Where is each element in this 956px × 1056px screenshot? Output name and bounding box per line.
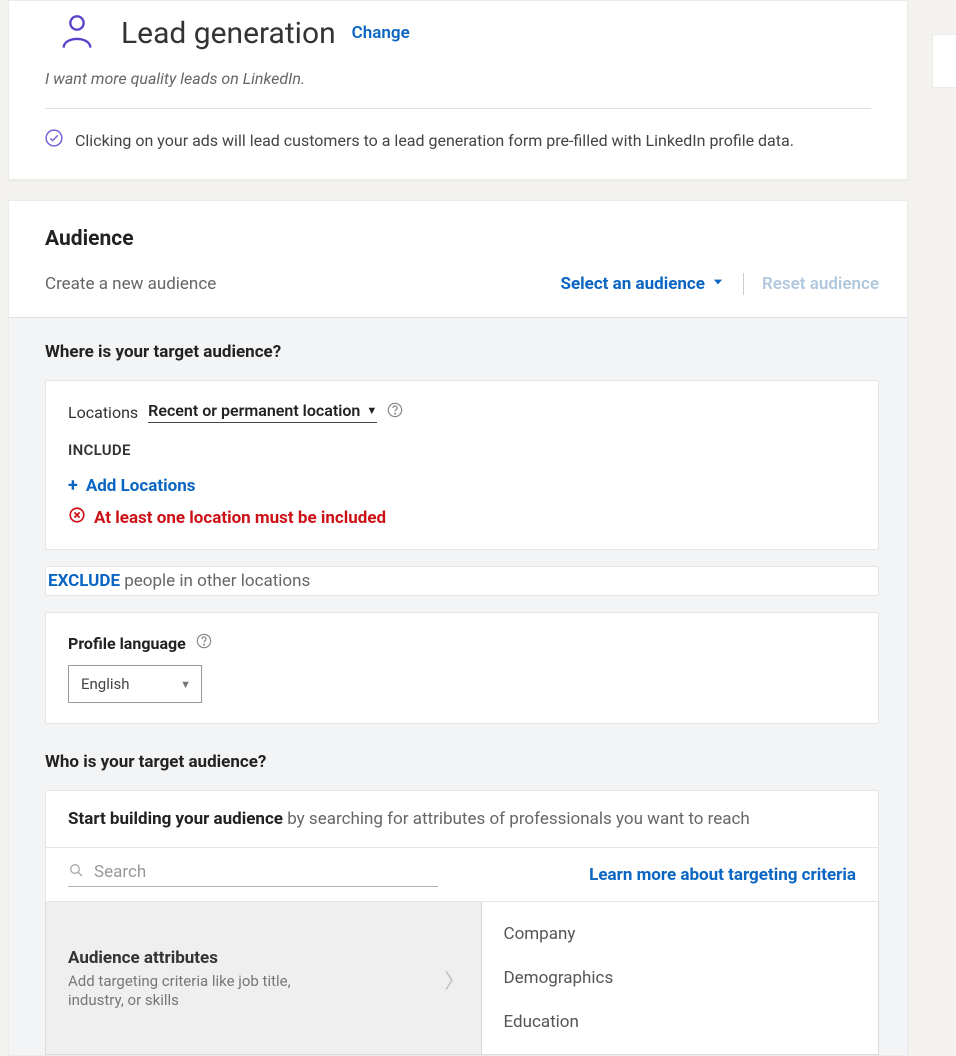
locations-panel: Locations Recent or permanent location ▼… xyxy=(45,380,879,550)
exclude-locations-button[interactable]: EXCLUDE people in other locations xyxy=(45,566,879,596)
locations-label: Locations xyxy=(68,403,138,422)
language-select[interactable]: English ▼ xyxy=(68,665,202,703)
language-value: English xyxy=(81,675,130,693)
location-error-text: At least one location must be included xyxy=(94,508,386,528)
attribute-item-company[interactable]: Company xyxy=(482,912,879,956)
help-icon[interactable] xyxy=(387,402,403,422)
x-circle-icon xyxy=(68,506,86,529)
build-bold: Start building your audience xyxy=(68,809,283,829)
search-row: Learn more about targeting criteria xyxy=(45,847,879,902)
attributes-row: Audience attributes Add targeting criter… xyxy=(45,902,879,1055)
audience-card: Audience Create a new audience Select an… xyxy=(8,200,908,1056)
build-rest: by searching for attributes of professio… xyxy=(283,809,750,829)
attribute-item-demographics[interactable]: Demographics xyxy=(482,956,879,1000)
objective-info-text: Clicking on your ads will lead customers… xyxy=(75,131,794,150)
chevron-right-icon: 〉 xyxy=(445,965,465,994)
audience-attributes-tab[interactable]: Audience attributes Add targeting criter… xyxy=(46,902,482,1054)
person-icon xyxy=(57,11,97,55)
audience-title: Audience xyxy=(45,227,879,251)
create-audience-label: Create a new audience xyxy=(45,274,216,294)
caret-down-icon xyxy=(711,274,725,294)
who-section-title: Who is your target audience? xyxy=(45,752,879,772)
add-locations-label: Add Locations xyxy=(86,476,196,496)
search-icon xyxy=(68,862,84,882)
attributes-subtitle: Add targeting criteria like job title, i… xyxy=(68,972,338,1011)
include-label: INCLUDE xyxy=(68,441,856,459)
help-icon[interactable] xyxy=(196,633,212,653)
select-audience-dropdown[interactable]: Select an audience xyxy=(561,274,725,294)
attributes-list: Company Demographics Education xyxy=(482,902,879,1054)
attribute-item-education[interactable]: Education xyxy=(482,1000,879,1044)
side-panel-peek: F xyxy=(932,34,956,88)
plus-icon: + xyxy=(68,475,78,496)
attributes-title: Audience attributes xyxy=(68,948,338,968)
objective-info-row: Clicking on your ads will lead customers… xyxy=(9,109,907,179)
objective-title: Lead generation xyxy=(121,16,336,51)
change-link[interactable]: Change xyxy=(352,23,410,43)
triangle-down-icon: ▼ xyxy=(180,678,191,691)
add-locations-button[interactable]: + Add Locations xyxy=(68,475,195,496)
profile-language-label: Profile language xyxy=(68,634,186,653)
location-mode-value: Recent or permanent location xyxy=(148,401,360,420)
profile-language-panel: Profile language English ▼ xyxy=(45,612,879,724)
learn-more-link[interactable]: Learn more about targeting criteria xyxy=(589,865,856,885)
exclude-keyword: EXCLUDE xyxy=(48,571,120,591)
build-audience-header: Start building your audience by searchin… xyxy=(45,790,879,847)
reset-audience-button: Reset audience xyxy=(762,274,879,294)
select-audience-label: Select an audience xyxy=(561,274,705,294)
location-error: At least one location must be included xyxy=(68,506,856,529)
objective-subtitle: I want more quality leads on LinkedIn. xyxy=(9,69,907,108)
where-section-title: Where is your target audience? xyxy=(45,342,879,362)
triangle-down-icon: ▼ xyxy=(366,404,377,417)
exclude-rest: people in other locations xyxy=(120,571,310,591)
divider xyxy=(743,273,744,295)
check-circle-icon xyxy=(45,129,63,151)
attribute-search[interactable] xyxy=(68,862,438,887)
search-input[interactable] xyxy=(94,862,438,882)
objective-card: Lead generation Change I want more quali… xyxy=(8,0,908,180)
location-mode-select[interactable]: Recent or permanent location ▼ xyxy=(148,401,377,423)
